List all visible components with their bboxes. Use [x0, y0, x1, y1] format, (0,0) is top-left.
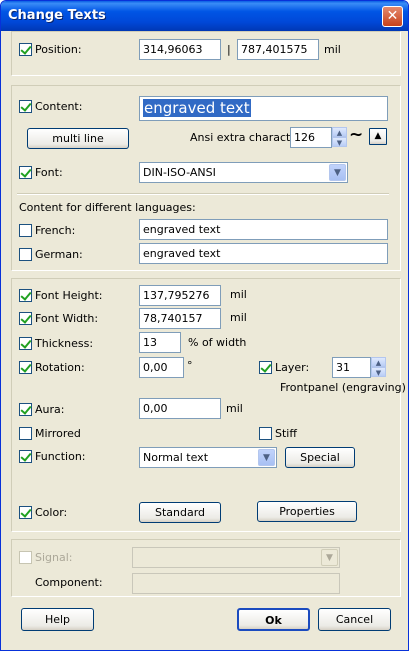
function-select-value: Normal text [143, 451, 209, 464]
layer-description: Frontpanel (engraving) [280, 381, 406, 394]
title-bar[interactable]: Change Texts ✕ [1, 1, 408, 31]
mirrored-label: Mirrored [35, 427, 81, 440]
aura-label: Aura: [35, 403, 65, 416]
position-checkbox[interactable] [19, 43, 32, 56]
function-checkbox[interactable] [19, 450, 32, 463]
close-icon[interactable]: ✕ [382, 6, 403, 27]
languages-label: Content for different languages: [19, 201, 196, 214]
multi-line-button[interactable]: multi line [27, 128, 129, 149]
content-label: Content: [35, 100, 83, 113]
content-checkbox[interactable] [19, 100, 32, 113]
stiff-checkbox[interactable] [259, 427, 272, 440]
color-checkbox[interactable] [19, 506, 32, 519]
position-separator: | [227, 43, 231, 56]
position-x-field[interactable]: 314,96063 [139, 39, 221, 60]
thickness-unit: % of width [188, 336, 247, 349]
content-input[interactable]: engraved text [139, 96, 388, 121]
layer-label: Layer: [275, 361, 310, 374]
properties-button[interactable]: Properties [257, 501, 357, 522]
component-label: Component: [35, 576, 103, 589]
german-checkbox[interactable] [19, 248, 32, 261]
signal-label: Signal: [35, 551, 73, 564]
chevron-down-icon[interactable]: ▼ [329, 164, 346, 181]
font-width-label: Font Width: [35, 312, 99, 325]
window-title: Change Texts [8, 8, 106, 23]
position-unit: mil [324, 43, 341, 56]
font-height-unit: mil [230, 288, 247, 301]
french-field[interactable]: engraved text [139, 219, 388, 240]
content-value: engraved text [143, 99, 251, 117]
rotation-label: Rotation: [35, 361, 85, 374]
french-checkbox[interactable] [19, 224, 32, 237]
signal-checkbox[interactable] [19, 551, 32, 564]
layer-spinner[interactable]: ▲ ▼ [371, 357, 386, 378]
rotation-checkbox[interactable] [19, 361, 32, 374]
caret-button[interactable]: ▲ [369, 128, 387, 145]
aura-field[interactable]: 0,00 [139, 398, 221, 419]
color-label: Color: [35, 506, 68, 519]
chevron-down-icon[interactable]: ▼ [321, 549, 338, 566]
layer-checkbox[interactable] [259, 361, 272, 374]
font-width-field[interactable]: 78,740157 [139, 308, 221, 329]
font-label: Font: [35, 166, 63, 179]
mirrored-checkbox[interactable] [19, 427, 32, 440]
font-checkbox[interactable] [19, 166, 32, 179]
german-field[interactable]: engraved text [139, 243, 388, 264]
position-label: Position: [35, 43, 82, 56]
ansi-extra-spinner[interactable]: ▲ ▼ [332, 127, 347, 148]
font-height-field[interactable]: 137,795276 [139, 285, 221, 306]
color-standard-button[interactable]: Standard [139, 502, 221, 523]
signal-select[interactable]: ▼ [132, 547, 340, 568]
font-select[interactable]: DIN-ISO-ANSI ▼ [139, 162, 348, 183]
thickness-field[interactable]: 13 [139, 332, 181, 353]
font-width-unit: mil [230, 311, 247, 324]
component-field[interactable] [132, 573, 340, 594]
french-label: French: [35, 224, 76, 237]
font-height-checkbox[interactable] [19, 289, 32, 302]
stiff-label: Stiff [275, 427, 297, 440]
ansi-extra-label: Ansi extra character: [190, 131, 306, 144]
aura-unit: mil [226, 402, 243, 415]
thickness-checkbox[interactable] [19, 337, 32, 350]
font-height-label: Font Height: [35, 289, 103, 302]
languages-separator [17, 193, 389, 195]
change-texts-dialog: Change Texts ✕ Position: 314,96063 | 787… [0, 0, 409, 651]
ok-button[interactable]: Ok [237, 608, 310, 631]
rotation-unit: ° [187, 359, 193, 372]
font-select-value: DIN-ISO-ANSI [143, 166, 216, 179]
help-button[interactable]: Help [21, 608, 94, 631]
cancel-button[interactable]: Cancel [318, 608, 391, 631]
special-button[interactable]: Special [285, 447, 355, 468]
tilde-glyph: ~ [349, 125, 364, 145]
ansi-extra-field[interactable]: 126 [290, 127, 332, 148]
rotation-field[interactable]: 0,00 [139, 357, 184, 378]
aura-checkbox[interactable] [19, 403, 32, 416]
font-width-checkbox[interactable] [19, 312, 32, 325]
function-select[interactable]: Normal text ▼ [139, 447, 277, 468]
position-y-field[interactable]: 787,401575 [237, 39, 319, 60]
layer-field[interactable]: 31 [332, 357, 371, 378]
thickness-label: Thickness: [35, 337, 94, 350]
chevron-down-icon[interactable]: ▼ [258, 449, 275, 466]
german-label: German: [35, 248, 83, 261]
function-label: Function: [35, 450, 86, 463]
